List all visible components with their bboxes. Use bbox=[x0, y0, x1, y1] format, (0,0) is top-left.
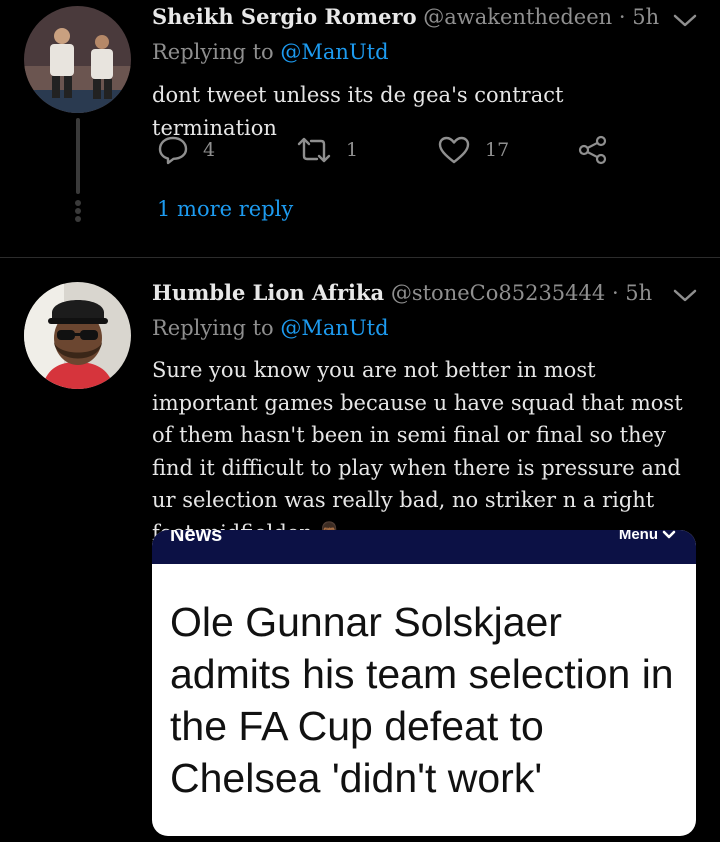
link-preview-card[interactable]: News Menu Ole Gunnar Solskjaer admits hi… bbox=[152, 530, 696, 836]
user-handle[interactable]: @stoneCo85235444 bbox=[391, 281, 605, 305]
timestamp[interactable]: · 5h bbox=[612, 281, 652, 305]
mention-link[interactable]: @ManUtd bbox=[280, 316, 388, 340]
share-icon bbox=[578, 135, 607, 165]
display-name[interactable]: Sheikh Sergio Romero bbox=[152, 4, 417, 29]
card-headline: Ole Gunnar Solskjaer admits his team sel… bbox=[170, 599, 674, 801]
tweet-actions: 4 1 17 bbox=[152, 133, 632, 167]
replying-to-label: Replying to bbox=[152, 316, 274, 340]
share-button[interactable] bbox=[577, 133, 609, 167]
avatar[interactable] bbox=[24, 6, 131, 113]
reply-button[interactable]: 4 bbox=[157, 133, 215, 167]
retweet-button[interactable]: 1 bbox=[296, 133, 358, 167]
more-replies-link[interactable]: 1 more reply bbox=[157, 197, 293, 221]
chevron-down-icon bbox=[662, 530, 676, 538]
user-handle[interactable]: @awakenthedeen bbox=[423, 5, 612, 29]
card-brand: News bbox=[170, 530, 223, 546]
card-menu: Menu bbox=[619, 530, 676, 543]
avatar-photo bbox=[24, 282, 131, 389]
timestamp[interactable]: · 5h bbox=[619, 5, 659, 29]
reply-count: 4 bbox=[203, 139, 216, 161]
chevron-down-icon[interactable] bbox=[672, 288, 698, 304]
card-menu-label: Menu bbox=[618, 530, 658, 543]
like-button[interactable]: 17 bbox=[437, 133, 509, 167]
replying-to-label: Replying to bbox=[152, 40, 274, 64]
thread-line bbox=[76, 118, 80, 194]
tweet-text: Sure you know you are not better in most… bbox=[152, 358, 683, 545]
replying-to: Replying to @ManUtd bbox=[152, 316, 389, 340]
avatar[interactable] bbox=[24, 282, 131, 389]
replying-to: Replying to @ManUtd bbox=[152, 40, 389, 64]
reply-icon bbox=[158, 136, 188, 165]
mention-link[interactable]: @ManUtd bbox=[280, 40, 388, 64]
card-header-bar: News Menu bbox=[152, 530, 696, 564]
thread-dot bbox=[75, 216, 81, 222]
tweet-header: Humble Lion Afrika @stoneCo85235444 · 5h bbox=[152, 280, 652, 305]
thread-dot bbox=[75, 200, 81, 206]
thread-dot bbox=[75, 208, 81, 214]
like-count: 17 bbox=[485, 139, 510, 161]
retweet-icon bbox=[297, 137, 331, 163]
chevron-down-icon[interactable] bbox=[672, 13, 698, 29]
retweet-count: 1 bbox=[346, 139, 359, 161]
tweet[interactable]: Humble Lion Afrika @stoneCo85235444 · 5h… bbox=[0, 258, 720, 842]
like-icon bbox=[438, 136, 470, 164]
tweet[interactable]: Sheikh Sergio Romero @awakenthedeen · 5h… bbox=[0, 0, 720, 257]
display-name[interactable]: Humble Lion Afrika bbox=[152, 280, 384, 305]
avatar-photo bbox=[24, 6, 131, 113]
tweet-header: Sheikh Sergio Romero @awakenthedeen · 5h bbox=[152, 4, 659, 29]
